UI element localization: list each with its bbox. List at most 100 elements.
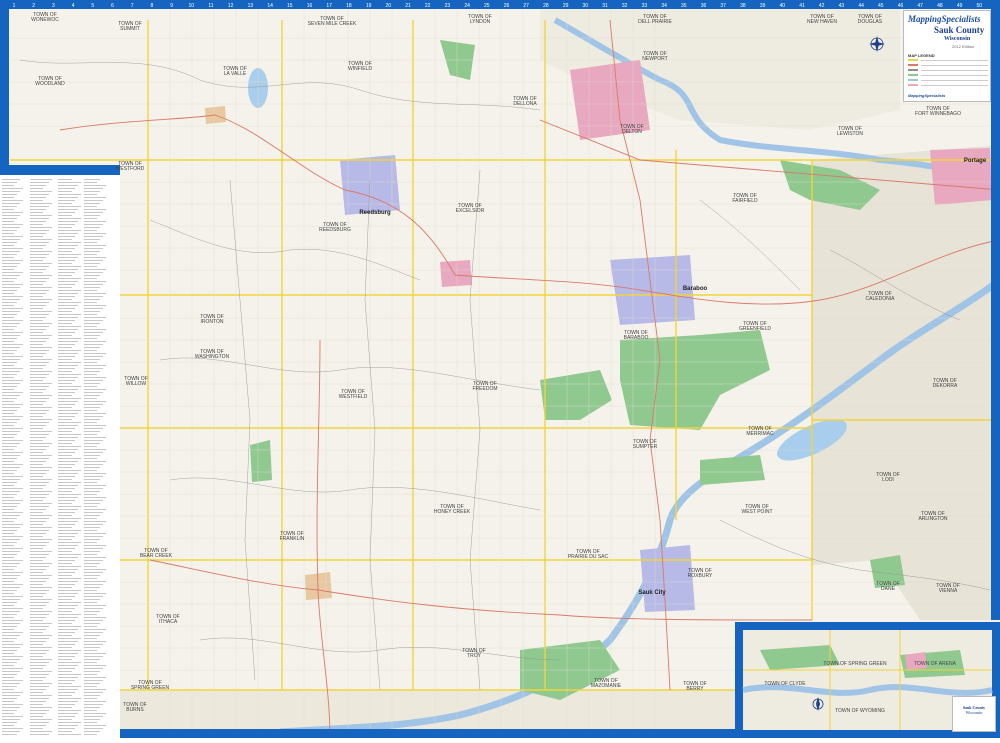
grid-tick: 45 — [878, 3, 884, 9]
grid-tick: 49 — [957, 3, 963, 9]
town-label: TOWN OF SUMMIT — [118, 21, 142, 32]
grid-tick: 26 — [504, 3, 510, 9]
legend-row — [908, 63, 988, 67]
grid-tick: 37 — [720, 3, 726, 9]
street-index-columns — [2, 179, 106, 735]
edition-label: 2012 Edition — [952, 44, 975, 49]
city-label: Portage — [964, 158, 987, 164]
grid-tick: 9 — [170, 3, 173, 9]
right-grid-frame — [991, 0, 1000, 620]
grid-tick: 34 — [661, 3, 667, 9]
town-label: TOWN OF ITHACA — [156, 614, 180, 625]
grid-tick: 21 — [405, 3, 411, 9]
park-merrimac — [700, 455, 765, 485]
grid-tick: 35 — [681, 3, 687, 9]
map-legend: MappingSpecialists Sauk County Wisconsin… — [903, 10, 991, 102]
grid-tick: 22 — [425, 3, 431, 9]
town-label: TOWN OF LA VALLE — [223, 66, 247, 77]
legend-row — [908, 58, 988, 62]
town-label: TOWN OF REEDSBURG — [319, 222, 351, 233]
inset-legend: Sauk County Wisconsin — [952, 696, 996, 732]
town-label: TOWN OF GREENFIELD — [739, 321, 771, 332]
map-subtitle: Wisconsin — [944, 36, 971, 42]
town-label: TOWN OF WESTFIELD — [339, 389, 368, 400]
town-label: TOWN OF FREEDOM — [473, 381, 498, 392]
north-freedom-area — [440, 260, 472, 287]
town-label: TOWN OF WESTFORD — [116, 161, 145, 172]
grid-tick: 23 — [445, 3, 451, 9]
grid-tick: 15 — [287, 3, 293, 9]
town-label: TOWN OF WONEWOC — [31, 12, 59, 23]
legend-row — [908, 73, 988, 77]
city-label: Sauk City — [638, 590, 666, 596]
grid-tick: 40 — [780, 3, 786, 9]
grid-tick: 46 — [898, 3, 904, 9]
grid-tick: 29 — [563, 3, 569, 9]
grid-tick: 4 — [72, 3, 75, 9]
town-label: TOWN OF DELLONA — [513, 96, 537, 107]
legend-rows — [908, 58, 988, 88]
town-label: TOWN OF ROXBURY — [688, 568, 713, 579]
town-label: TOWN OF WEST POINT — [741, 504, 772, 515]
town-label: TOWN OF NEW HAVEN — [807, 14, 837, 25]
grid-tick: 7 — [131, 3, 134, 9]
city-label: Reedsburg — [359, 210, 391, 216]
grid-tick: 31 — [602, 3, 608, 9]
grid-tick: 12 — [228, 3, 234, 9]
legend-brand-footer: MappingSpecialists — [908, 93, 946, 98]
town-label: TOWN OF MAZOMANIE — [591, 678, 622, 689]
grid-tick: 20 — [386, 3, 392, 9]
town-label: TOWN OF BURNS — [123, 702, 147, 713]
town-label: TOWN OF MERRIMAC — [746, 426, 774, 437]
grid-tick: 3 — [52, 3, 55, 9]
grid-tick: 38 — [740, 3, 746, 9]
town-label: TOWN OF DEKORRA — [933, 378, 958, 389]
inset-town-label: TOWN OF WYOMING — [835, 708, 885, 714]
grid-tick: 13 — [248, 3, 254, 9]
grid-tick: 42 — [819, 3, 825, 9]
town-label: TOWN OF WINFIELD — [348, 61, 372, 72]
town-label: TOWN OF LYNDON — [468, 14, 492, 25]
grid-tick: 32 — [622, 3, 628, 9]
legend-row — [908, 68, 988, 72]
town-label: TOWN OF WOODLAND — [35, 76, 65, 87]
town-label: TOWN OF LEWISTON — [837, 126, 863, 137]
index-top-frame — [0, 165, 120, 175]
grid-tick: 24 — [464, 3, 470, 9]
grid-tick: 47 — [917, 3, 923, 9]
grid-tick: 30 — [583, 3, 589, 9]
town-label: TOWN OF SUMPTER — [633, 439, 658, 450]
inset-town-label: TOWN OF CLYDE — [764, 681, 806, 687]
inset-legend-sub: Wisconsin — [965, 710, 983, 715]
grid-tick: 14 — [267, 3, 273, 9]
grid-tick: 1 — [13, 3, 16, 9]
grid-tick: 17 — [326, 3, 332, 9]
grid-tick: 11 — [208, 3, 213, 9]
neighbor-county-east — [812, 145, 1000, 620]
grid-tick: 28 — [543, 3, 549, 9]
town-label: TOWN OF FAIRFIELD — [732, 193, 758, 204]
portage-area — [930, 148, 992, 205]
town-label: TOWN OF VIENNA — [936, 583, 960, 594]
town-label: TOWN OF BERRY — [683, 681, 707, 692]
map-title: Sauk County — [934, 25, 985, 35]
town-label: TOWN OF CALEDONIA — [866, 291, 896, 302]
park-bear-creek — [250, 440, 272, 482]
street-index-panel — [0, 175, 120, 738]
grid-tick: 41 — [799, 3, 805, 9]
grid-tick: 16 — [307, 3, 313, 9]
grid-tick: 6 — [111, 3, 114, 9]
town-label: TOWN OF ARLINGTON — [918, 511, 947, 522]
grid-tick: 19 — [366, 3, 372, 9]
grid-tick: 18 — [346, 3, 352, 9]
legend-row — [908, 78, 988, 82]
grid-tick: 33 — [642, 3, 648, 9]
brand-logo: MappingSpecialists — [908, 14, 981, 24]
county-map[interactable]: TOWN OF WOODLAND TOWN OF LA VALLE TOWN OF WIN… — [0, 0, 1000, 738]
town-label: TOWN OF EXCELSIOR — [456, 203, 485, 214]
grid-tick: 43 — [839, 3, 845, 9]
grid-tick: 2 — [32, 3, 35, 9]
town-label: TOWN OF DOUGLAS — [858, 14, 883, 25]
left-grid-frame-upper — [0, 0, 9, 175]
grid-tick: 10 — [189, 3, 195, 9]
